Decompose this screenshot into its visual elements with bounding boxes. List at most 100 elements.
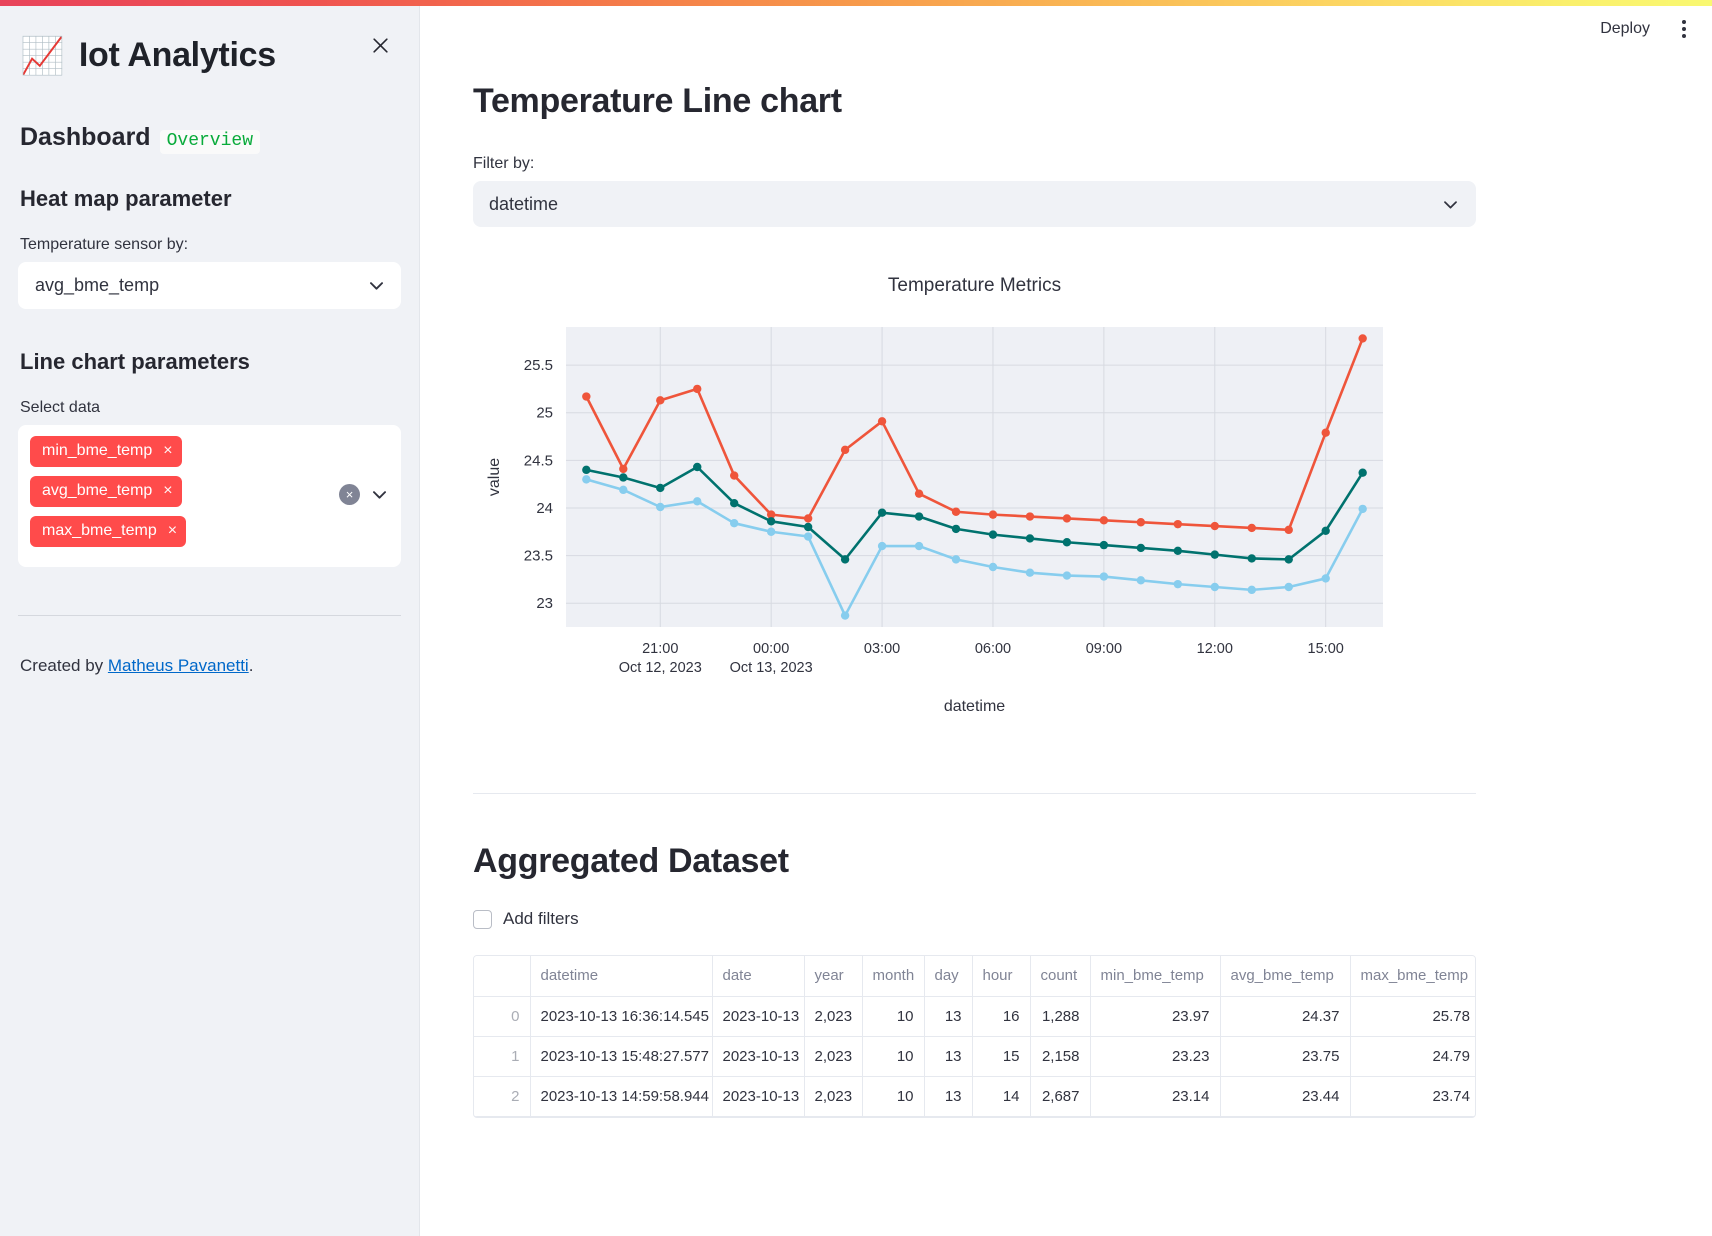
data-point-min-bme-temp[interactable] [656, 502, 665, 512]
data-point-max-bme-temp[interactable] [1321, 428, 1330, 437]
data-point-avg-bme-temp[interactable] [1358, 468, 1367, 477]
temperature-sensor-select[interactable]: avg_bme_temp [18, 262, 401, 309]
data-point-max-bme-temp[interactable] [988, 510, 998, 519]
column-header-month[interactable]: month [862, 956, 925, 997]
column-header-index[interactable] [474, 956, 531, 997]
data-point-max-bme-temp[interactable] [1062, 514, 1072, 523]
data-point-min-bme-temp[interactable] [840, 611, 850, 620]
data-point-max-bme-temp[interactable] [877, 417, 887, 426]
data-point-avg-bme-temp[interactable] [1247, 554, 1256, 563]
data-point-max-bme-temp[interactable] [730, 471, 739, 480]
add-filters-row[interactable]: Add filters [473, 909, 1712, 929]
chevron-down-icon[interactable] [370, 485, 389, 504]
data-point-min-bme-temp[interactable] [1247, 585, 1256, 595]
data-point-min-bme-temp[interactable] [877, 541, 887, 551]
column-header-day[interactable]: day [924, 956, 973, 997]
data-point-min-bme-temp[interactable] [951, 555, 961, 564]
data-point-max-bme-temp[interactable] [1284, 525, 1293, 535]
data-point-avg-bme-temp[interactable] [730, 498, 739, 508]
chart-canvas[interactable]: 21:00 Oct 12, 2023 00:00 Oct 13, 2023 03:00 0… [473, 319, 1476, 719]
data-point-avg-bme-temp[interactable] [693, 462, 702, 472]
table-row[interactable]: 1 2023-10-13 15:48:27.577 2023-10-13 2,023 1… [474, 1036, 1475, 1077]
data-point-max-bme-temp[interactable] [619, 464, 628, 474]
column-header-min-bme-temp[interactable]: min_bme_temp [1090, 956, 1221, 997]
data-point-max-bme-temp[interactable] [1247, 523, 1256, 533]
data-point-max-bme-temp[interactable] [582, 392, 591, 401]
kebab-menu-icon[interactable] [1676, 14, 1692, 44]
data-point-avg-bme-temp[interactable] [1321, 526, 1330, 536]
column-header-count[interactable]: count [1030, 956, 1091, 997]
column-header-max-bme-temp[interactable]: max_bme_temp [1350, 956, 1475, 997]
column-header-avg-bme-temp[interactable]: avg_bme_temp [1220, 956, 1351, 997]
data-point-max-bme-temp[interactable] [1099, 516, 1109, 525]
sidebar-close-button[interactable] [363, 28, 397, 62]
data-point-max-bme-temp[interactable] [1136, 518, 1146, 527]
clear-all-icon[interactable]: × [339, 484, 360, 505]
data-point-min-bme-temp[interactable] [1358, 504, 1367, 514]
data-point-avg-bme-temp[interactable] [1025, 534, 1035, 543]
column-header-year[interactable]: year [804, 956, 863, 997]
data-point-max-bme-temp[interactable] [840, 445, 850, 455]
data-point-avg-bme-temp[interactable] [619, 473, 628, 482]
remove-tag-icon[interactable]: × [163, 443, 172, 459]
filter-by-select[interactable]: datetime [473, 181, 1476, 227]
data-point-avg-bme-temp[interactable] [840, 555, 850, 564]
data-point-avg-bme-temp[interactable] [766, 517, 776, 526]
data-point-min-bme-temp[interactable] [693, 497, 702, 506]
data-point-avg-bme-temp[interactable] [914, 512, 924, 521]
data-point-min-bme-temp[interactable] [1284, 582, 1293, 592]
data-point-min-bme-temp[interactable] [914, 541, 924, 551]
data-point-avg-bme-temp[interactable] [582, 465, 591, 475]
data-point-avg-bme-temp[interactable] [988, 530, 998, 539]
x-axis-tick-label: 03:00 [864, 641, 900, 657]
data-point-max-bme-temp[interactable] [1210, 521, 1219, 531]
data-point-min-bme-temp[interactable] [1210, 582, 1219, 592]
aggregated-dataset-table[interactable]: datetime date year month day hour count … [473, 955, 1476, 1118]
deploy-button[interactable]: Deploy [1592, 15, 1658, 43]
data-point-max-bme-temp[interactable] [951, 507, 961, 516]
data-point-min-bme-temp[interactable] [1136, 576, 1146, 585]
remove-tag-icon[interactable]: × [168, 523, 177, 539]
data-point-min-bme-temp[interactable] [730, 518, 739, 528]
data-point-avg-bme-temp[interactable] [951, 524, 961, 534]
data-point-avg-bme-temp[interactable] [803, 522, 813, 532]
data-point-max-bme-temp[interactable] [693, 384, 702, 394]
data-point-max-bme-temp[interactable] [803, 514, 813, 523]
data-point-min-bme-temp[interactable] [582, 475, 591, 484]
data-point-min-bme-temp[interactable] [1099, 572, 1109, 581]
column-header-datetime[interactable]: datetime [530, 956, 713, 997]
selected-tag[interactable]: avg_bme_temp × [30, 476, 182, 507]
add-filters-checkbox[interactable] [473, 909, 492, 929]
credit-author-link[interactable]: Matheus Pavanetti [108, 656, 249, 675]
data-point-avg-bme-temp[interactable] [877, 508, 887, 517]
data-point-avg-bme-temp[interactable] [1136, 543, 1146, 553]
data-point-min-bme-temp[interactable] [988, 562, 998, 572]
select-data-multiselect[interactable]: min_bme_temp × avg_bme_temp × max_bme_te… [18, 425, 401, 567]
column-header-hour[interactable]: hour [972, 956, 1031, 997]
data-point-max-bme-temp[interactable] [1358, 334, 1367, 343]
table-row[interactable]: 2 2023-10-13 14:59:58.944 2023-10-13 2,023 1… [474, 1076, 1475, 1117]
data-point-min-bme-temp[interactable] [1025, 568, 1035, 577]
data-point-avg-bme-temp[interactable] [1210, 550, 1219, 559]
data-point-avg-bme-temp[interactable] [1173, 546, 1183, 556]
column-header-date[interactable]: date [712, 956, 805, 997]
data-point-min-bme-temp[interactable] [803, 532, 813, 541]
data-point-max-bme-temp[interactable] [1025, 512, 1035, 521]
data-point-max-bme-temp[interactable] [1173, 519, 1183, 529]
data-point-min-bme-temp[interactable] [1321, 574, 1330, 583]
data-point-min-bme-temp[interactable] [1173, 579, 1183, 589]
x-axis-tick-label: 06:00 [975, 641, 1011, 657]
data-point-avg-bme-temp[interactable] [1284, 555, 1293, 564]
data-point-min-bme-temp[interactable] [766, 527, 776, 536]
selected-tag[interactable]: min_bme_temp × [30, 436, 182, 467]
data-point-max-bme-temp[interactable] [656, 396, 665, 405]
data-point-min-bme-temp[interactable] [1062, 571, 1072, 580]
selected-tag[interactable]: max_bme_temp × [30, 516, 187, 547]
data-point-avg-bme-temp[interactable] [1099, 540, 1109, 550]
data-point-avg-bme-temp[interactable] [656, 483, 665, 493]
data-point-avg-bme-temp[interactable] [1062, 538, 1072, 547]
data-point-max-bme-temp[interactable] [914, 489, 924, 498]
data-point-min-bme-temp[interactable] [619, 485, 628, 495]
table-row[interactable]: 0 2023-10-13 16:36:14.545 2023-10-13 2,023 1… [474, 996, 1475, 1037]
remove-tag-icon[interactable]: × [163, 483, 172, 499]
